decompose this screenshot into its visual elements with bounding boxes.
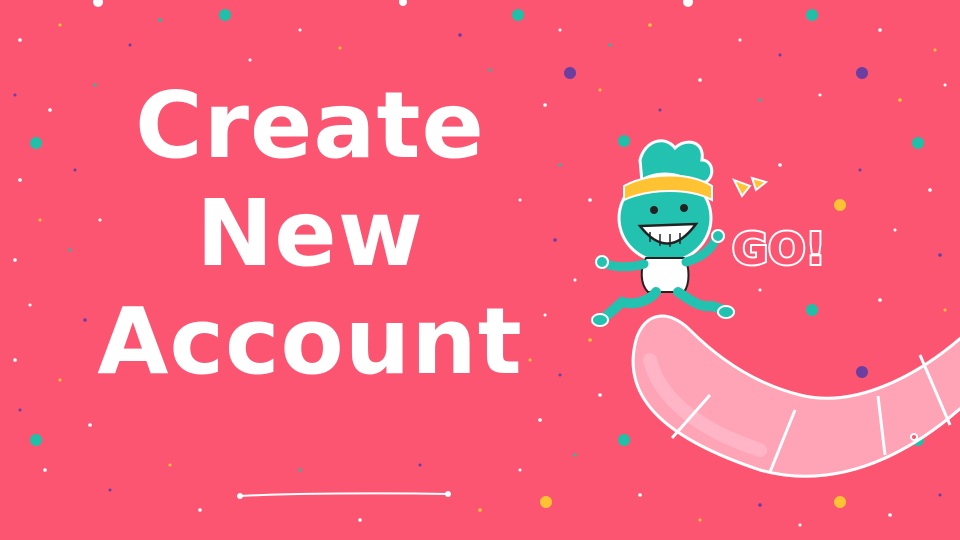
- title-line-2: New: [196, 180, 424, 287]
- running-mascot-icon: [591, 139, 735, 327]
- go-sticker-icon: GO!: [730, 176, 828, 277]
- slide-title: Create New Account: [60, 72, 560, 396]
- go-label: GO!: [732, 224, 826, 275]
- winding-path-icon: [631, 314, 960, 478]
- title-line-3: Account: [97, 288, 523, 395]
- title-underline: [237, 491, 451, 499]
- title-line-1: Create: [135, 72, 485, 179]
- slide-canvas: GO! Create New Account: [0, 0, 960, 540]
